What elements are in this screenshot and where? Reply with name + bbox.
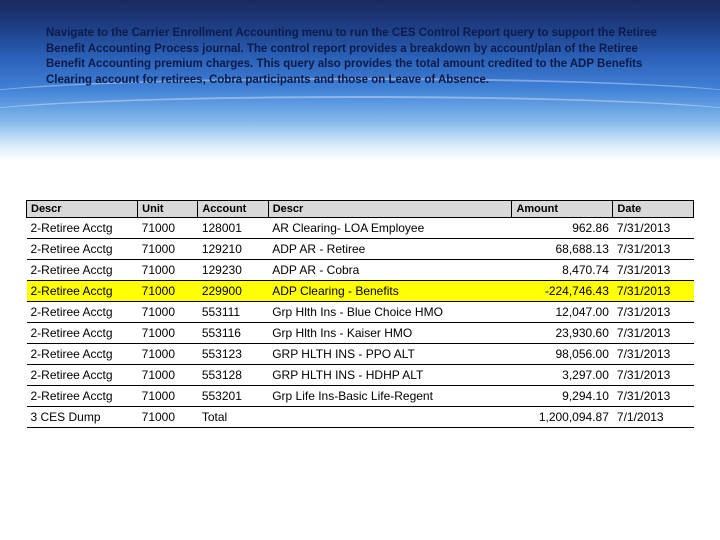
- ces-control-report-table: Descr Unit Account Descr Amount Date 2-R…: [26, 200, 694, 428]
- cell-descr1: 2-Retiree Acctg: [27, 386, 138, 407]
- cell-amount: 8,470.74: [512, 260, 613, 281]
- cell-descr1: 2-Retiree Acctg: [27, 365, 138, 386]
- cell-unit: 71000: [138, 386, 198, 407]
- cell-descr2: GRP HLTH INS - PPO ALT: [268, 344, 512, 365]
- cell-account: 553116: [198, 323, 268, 344]
- cell-account: 553111: [198, 302, 268, 323]
- table-row: 2-Retiree Acctg71000128001AR Clearing- L…: [27, 218, 694, 239]
- col-header-descr1: Descr: [27, 201, 138, 218]
- cell-unit: 71000: [138, 344, 198, 365]
- instruction-text: Navigate to the Carrier Enrollment Accou…: [46, 26, 674, 88]
- cell-date: 7/31/2013: [613, 344, 694, 365]
- cell-date: 7/31/2013: [613, 218, 694, 239]
- cell-account: 229900: [198, 281, 268, 302]
- cell-amount: 98,056.00: [512, 344, 613, 365]
- cell-descr1: 3 CES Dump: [27, 407, 138, 428]
- cell-date: 7/1/2013: [613, 407, 694, 428]
- cell-descr2: ADP AR - Retiree: [268, 239, 512, 260]
- cell-date: 7/31/2013: [613, 386, 694, 407]
- col-header-account: Account: [198, 201, 268, 218]
- cell-descr1: 2-Retiree Acctg: [27, 218, 138, 239]
- cell-amount: 1,200,094.87: [512, 407, 613, 428]
- cell-date: 7/31/2013: [613, 365, 694, 386]
- table-row: 2-Retiree Acctg71000553111Grp Hlth Ins -…: [27, 302, 694, 323]
- cell-amount: -224,746.43: [512, 281, 613, 302]
- cell-account: Total: [198, 407, 268, 428]
- cell-descr1: 2-Retiree Acctg: [27, 239, 138, 260]
- cell-date: 7/31/2013: [613, 281, 694, 302]
- cell-descr2: Grp Hlth Ins - Kaiser HMO: [268, 323, 512, 344]
- cell-account: 128001: [198, 218, 268, 239]
- cell-account: 553123: [198, 344, 268, 365]
- cell-unit: 71000: [138, 407, 198, 428]
- report-table-container: Descr Unit Account Descr Amount Date 2-R…: [26, 200, 694, 428]
- header-banner: Navigate to the Carrier Enrollment Accou…: [0, 0, 720, 160]
- col-header-amount: Amount: [512, 201, 613, 218]
- cell-date: 7/31/2013: [613, 323, 694, 344]
- cell-unit: 71000: [138, 302, 198, 323]
- cell-descr1: 2-Retiree Acctg: [27, 260, 138, 281]
- cell-descr2: Grp Life Ins-Basic Life-Regent: [268, 386, 512, 407]
- table-row: 2-Retiree Acctg71000553128GRP HLTH INS -…: [27, 365, 694, 386]
- cell-date: 7/31/2013: [613, 239, 694, 260]
- table-row: 2-Retiree Acctg71000553123GRP HLTH INS -…: [27, 344, 694, 365]
- cell-account: 553128: [198, 365, 268, 386]
- cell-unit: 71000: [138, 218, 198, 239]
- cell-amount: 23,930.60: [512, 323, 613, 344]
- cell-unit: 71000: [138, 239, 198, 260]
- cell-descr2: Grp Hlth Ins - Blue Choice HMO: [268, 302, 512, 323]
- col-header-descr2: Descr: [268, 201, 512, 218]
- cell-account: 129210: [198, 239, 268, 260]
- cell-descr2: ADP Clearing - Benefits: [268, 281, 512, 302]
- cell-account: 553201: [198, 386, 268, 407]
- cell-date: 7/31/2013: [613, 302, 694, 323]
- table-row: 2-Retiree Acctg71000129210ADP AR - Retir…: [27, 239, 694, 260]
- col-header-unit: Unit: [138, 201, 198, 218]
- cell-amount: 68,688.13: [512, 239, 613, 260]
- cell-account: 129230: [198, 260, 268, 281]
- cell-amount: 962.86: [512, 218, 613, 239]
- cell-descr1: 2-Retiree Acctg: [27, 281, 138, 302]
- table-row: 2-Retiree Acctg71000129230ADP AR - Cobra…: [27, 260, 694, 281]
- cell-descr1: 2-Retiree Acctg: [27, 302, 138, 323]
- cell-amount: 3,297.00: [512, 365, 613, 386]
- cell-descr2: AR Clearing- LOA Employee: [268, 218, 512, 239]
- table-row: 2-Retiree Acctg71000553201Grp Life Ins-B…: [27, 386, 694, 407]
- col-header-date: Date: [613, 201, 694, 218]
- table-row: 3 CES Dump71000Total 1,200,094.877/1/2013: [27, 407, 694, 428]
- cell-amount: 9,294.10: [512, 386, 613, 407]
- cell-date: 7/31/2013: [613, 260, 694, 281]
- cell-unit: 71000: [138, 365, 198, 386]
- cell-amount: 12,047.00: [512, 302, 613, 323]
- cell-unit: 71000: [138, 260, 198, 281]
- cell-descr2: [268, 407, 512, 428]
- cell-descr2: GRP HLTH INS - HDHP ALT: [268, 365, 512, 386]
- cell-descr1: 2-Retiree Acctg: [27, 344, 138, 365]
- cell-unit: 71000: [138, 323, 198, 344]
- cell-descr1: 2-Retiree Acctg: [27, 323, 138, 344]
- table-row: 2-Retiree Acctg71000229900ADP Clearing -…: [27, 281, 694, 302]
- table-row: 2-Retiree Acctg71000553116Grp Hlth Ins -…: [27, 323, 694, 344]
- cell-descr2: ADP AR - Cobra: [268, 260, 512, 281]
- table-header-row: Descr Unit Account Descr Amount Date: [27, 201, 694, 218]
- cell-unit: 71000: [138, 281, 198, 302]
